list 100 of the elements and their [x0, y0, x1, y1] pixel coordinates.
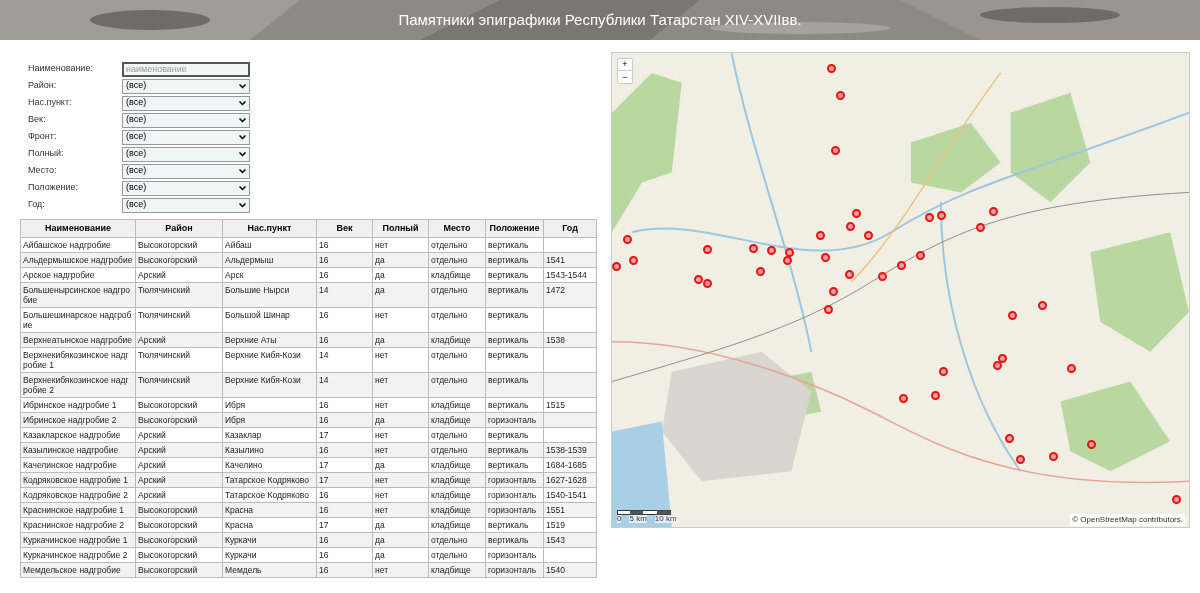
filter-select[interactable]: (все) [122, 180, 250, 196]
map-marker[interactable] [939, 367, 948, 376]
table-cell: Казылино [222, 442, 317, 458]
map-marker[interactable] [1016, 455, 1025, 464]
map-marker[interactable] [1008, 311, 1017, 320]
table-cell: вертикаль [485, 532, 544, 548]
table-cell: Высокогорский [135, 502, 223, 518]
map-marker[interactable] [756, 267, 765, 276]
table-cell: 1540 [543, 562, 597, 578]
table-cell [543, 237, 597, 253]
filter-select[interactable]: (все) [122, 95, 250, 111]
table-cell: Высокогорский [135, 412, 223, 428]
map-marker[interactable] [836, 91, 845, 100]
chevron-down-icon [239, 151, 246, 157]
map-marker[interactable] [831, 146, 840, 155]
table-cell: вертикаль [485, 252, 544, 268]
table-cell: Верхнекибякозинское надгробие 2 [20, 372, 136, 398]
map-marker[interactable] [852, 209, 861, 218]
table-cell: вертикаль [485, 282, 544, 308]
table-cell: кладбище [428, 562, 486, 578]
map-marker[interactable] [824, 305, 833, 314]
filter-select[interactable]: (все) [122, 197, 250, 213]
table-cell: 16 [316, 442, 373, 458]
name-field[interactable]: наименование [122, 61, 250, 77]
table-cell: горизонталь [485, 412, 544, 428]
map-marker[interactable] [916, 251, 925, 260]
filter-select[interactable]: (все) [122, 163, 250, 179]
map-marker[interactable] [1087, 440, 1096, 449]
scale-label: 10 km [654, 515, 677, 523]
table-cell: Верхние Аты [222, 332, 317, 348]
filter-label: Район: [28, 79, 58, 93]
filter-label: Нас.пункт: [28, 96, 73, 110]
map-marker[interactable] [878, 272, 887, 281]
table-cell: вертикаль [485, 397, 544, 413]
map-marker[interactable] [931, 391, 940, 400]
map-marker[interactable] [703, 279, 712, 288]
table-cell: да [372, 332, 429, 348]
table-cell: нет [372, 347, 429, 373]
map-marker[interactable] [1067, 364, 1076, 373]
map-marker[interactable] [897, 261, 906, 270]
table-cell: Качелинское надгробие [20, 457, 136, 473]
map-marker[interactable] [845, 270, 854, 279]
map-marker[interactable] [899, 394, 908, 403]
table-cell: кладбище [428, 517, 486, 533]
map-marker[interactable] [1005, 434, 1014, 443]
map-marker[interactable] [749, 244, 758, 253]
map-marker[interactable] [623, 235, 632, 244]
map-marker[interactable] [816, 231, 825, 240]
table-cell: да [372, 517, 429, 533]
column-header: Век [316, 219, 373, 238]
table-cell: отдельно [428, 427, 486, 443]
filter-select[interactable]: (все) [122, 112, 250, 128]
zoom-in-button[interactable]: + [618, 59, 632, 71]
map-marker[interactable] [925, 213, 934, 222]
table-cell: отдельно [428, 347, 486, 373]
map-marker[interactable] [827, 64, 836, 73]
map-marker[interactable] [846, 222, 855, 231]
map-marker[interactable] [1038, 301, 1047, 310]
filter-select[interactable]: (все) [122, 129, 250, 145]
chevron-down-icon [239, 168, 246, 174]
map-marker[interactable] [937, 211, 946, 220]
table-cell: кладбище [428, 267, 486, 283]
table-cell: 1627-1628 [543, 472, 597, 488]
filter-label: Место: [28, 164, 58, 178]
map-marker[interactable] [864, 231, 873, 240]
map-marker[interactable] [821, 253, 830, 262]
map-marker[interactable] [703, 245, 712, 254]
table-cell: Айбаш [222, 237, 317, 253]
table-cell: 14 [316, 282, 373, 308]
table-cell: 1515 [543, 397, 597, 413]
map-marker[interactable] [767, 246, 776, 255]
zoom-out-button[interactable]: − [618, 71, 632, 83]
map-marker[interactable] [989, 207, 998, 216]
map-marker[interactable] [1172, 495, 1181, 504]
table-cell: вертикаль [485, 267, 544, 283]
table-cell: Качелино [222, 457, 317, 473]
table-cell: Татарское Кодряково [222, 487, 317, 503]
map-marker[interactable] [629, 256, 638, 265]
filter-label: Век: [28, 113, 47, 127]
filter-select[interactable]: (все) [122, 146, 250, 162]
map-marker[interactable] [829, 287, 838, 296]
table-cell: Большенырсинское надгробие [20, 282, 136, 308]
table-cell: Арский [135, 457, 223, 473]
table-cell: вертикаль [485, 332, 544, 348]
table-cell: 16 [316, 307, 373, 333]
table-cell: нет [372, 397, 429, 413]
filter-label: Год: [28, 198, 46, 212]
map-marker[interactable] [993, 361, 1002, 370]
scale-label: 5 km [629, 515, 647, 523]
column-header: Место [428, 219, 486, 238]
map-marker[interactable] [783, 256, 792, 265]
filter-select[interactable]: (все) [122, 78, 250, 94]
table-cell: 16 [316, 532, 373, 548]
map-marker[interactable] [976, 223, 985, 232]
map-attribution[interactable]: © OpenStreetMap contributors. [1070, 514, 1185, 526]
table-cell: Высокогорский [135, 562, 223, 578]
map-marker[interactable] [612, 262, 621, 271]
chevron-down-icon [239, 134, 246, 140]
table-cell: 1472 [543, 282, 597, 308]
map-marker[interactable] [1049, 452, 1058, 461]
